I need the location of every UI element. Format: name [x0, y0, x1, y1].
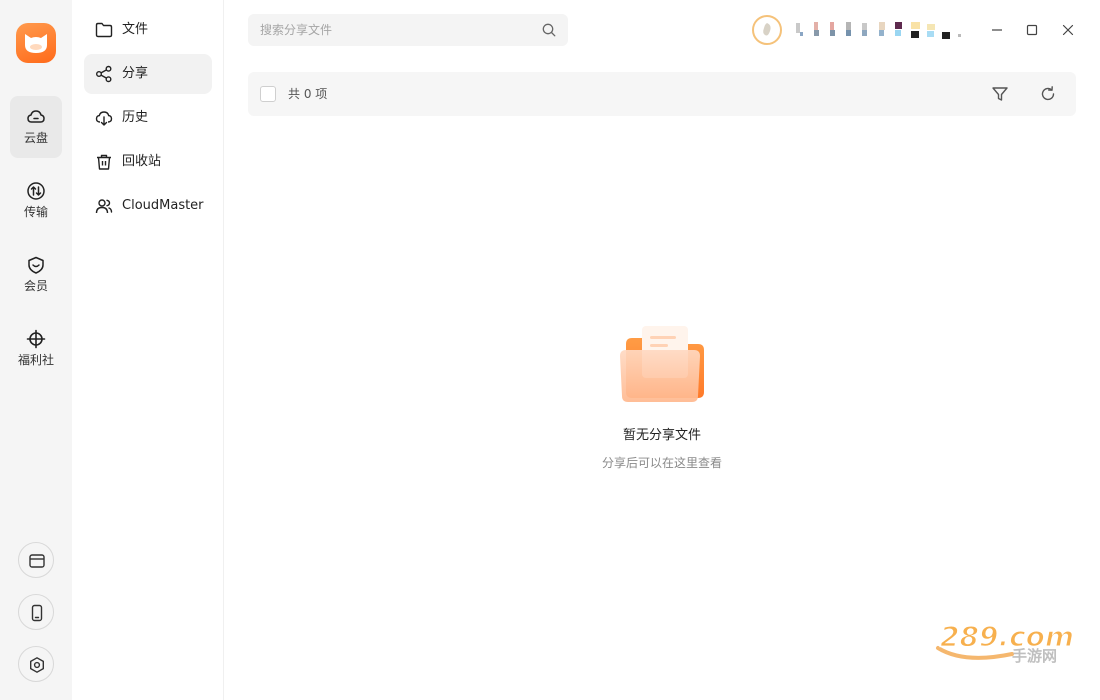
rail-item-label: 传输 — [23, 205, 48, 219]
close-icon — [1062, 24, 1074, 36]
trash-icon — [97, 154, 111, 170]
item-count: 共 0 项 — [288, 87, 328, 101]
transfer-icon — [27, 182, 45, 200]
account-info-redacted — [796, 22, 961, 39]
cat-logo-icon — [25, 34, 47, 53]
user-avatar[interactable] — [752, 15, 782, 45]
select-all-checkbox[interactable] — [260, 86, 276, 102]
search-icon[interactable] — [542, 23, 556, 37]
search-box — [248, 14, 568, 46]
search-input[interactable] — [248, 14, 528, 46]
welfare-icon — [26, 329, 46, 349]
sidebar-item-label: 分享 — [122, 66, 149, 81]
share-icon — [96, 65, 112, 83]
cloud-icon — [27, 110, 45, 123]
phone-icon — [31, 604, 43, 622]
sidebar-item-recycle[interactable]: 回收站 — [84, 142, 212, 182]
mini-window-button[interactable] — [18, 542, 54, 578]
sidebar-item-share[interactable]: 分享 — [84, 54, 212, 94]
sidebar-item-files[interactable]: 文件 — [84, 10, 212, 50]
rail-item-label: 福利社 — [17, 353, 54, 367]
member-shield-icon — [28, 256, 44, 274]
avatar-icon — [763, 23, 771, 36]
history-download-icon — [95, 111, 113, 126]
sub-sidebar: 文件 分享 历史 回收站 CloudMaster — [72, 0, 224, 700]
empty-subtitle: 分享后可以在这里查看 — [601, 456, 722, 470]
rail-item-label: 云盘 — [23, 131, 48, 145]
users-icon — [95, 199, 113, 214]
watermark-sub: 手游网 — [1012, 647, 1057, 665]
list-toolbar: 共 0 项 — [248, 72, 1076, 116]
maximize-button[interactable] — [1020, 18, 1044, 42]
settings-button[interactable] — [18, 646, 54, 682]
app-logo[interactable] — [16, 23, 56, 63]
filter-icon[interactable] — [990, 84, 1010, 104]
empty-folder-illustration — [620, 326, 704, 402]
refresh-icon[interactable] — [1038, 84, 1058, 104]
rail-item-welfare[interactable]: 福利社 — [10, 318, 62, 380]
empty-title: 暂无分享文件 — [622, 428, 701, 443]
rail-item-label: 会员 — [23, 279, 48, 293]
minimize-button[interactable] — [985, 18, 1009, 42]
rail-item-cloud[interactable]: 云盘 — [10, 96, 62, 158]
sidebar-item-label: 文件 — [122, 22, 149, 37]
close-button[interactable] — [1056, 18, 1080, 42]
rail-item-member[interactable]: 会员 — [10, 244, 62, 306]
folder-icon — [95, 22, 113, 38]
maximize-icon — [1026, 24, 1038, 36]
sidebar-item-label: 回收站 — [122, 154, 162, 169]
sidebar-item-label: 历史 — [122, 110, 149, 125]
sidebar-item-label: CloudMaster — [122, 198, 204, 213]
rail-item-transfer[interactable]: 传输 — [10, 170, 62, 232]
site-watermark: 289.com 手游网 — [936, 619, 1075, 665]
sidebar-item-history[interactable]: 历史 — [84, 98, 212, 138]
minimize-icon — [992, 29, 1002, 31]
sidebar-item-cloudmaster[interactable]: CloudMaster — [84, 186, 212, 226]
mobile-button[interactable] — [18, 594, 54, 630]
nav-rail: 云盘 传输 会员 福利社 — [0, 0, 72, 700]
settings-hexagon-icon — [30, 657, 44, 673]
window-icon — [29, 554, 45, 568]
